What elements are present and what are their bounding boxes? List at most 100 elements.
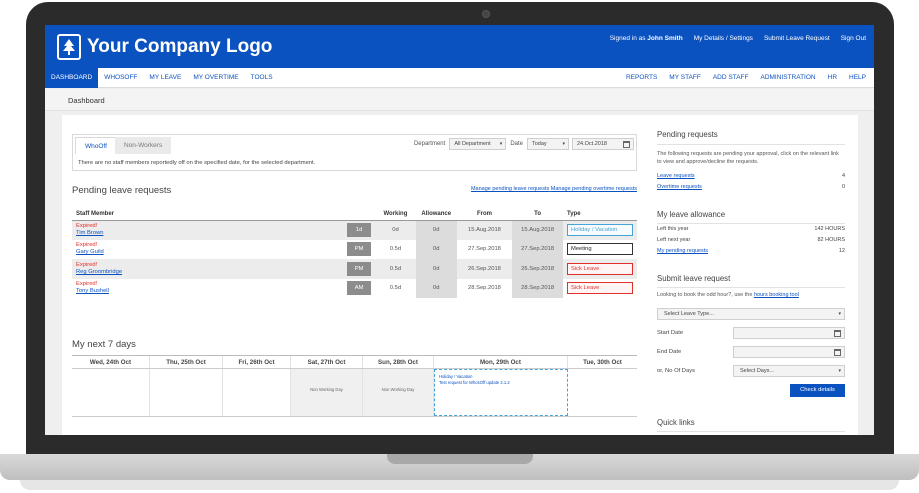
check-details-button[interactable]: Check details [790, 384, 845, 397]
my-pending-requests-count: 12 [838, 248, 845, 254]
calendar-icon[interactable] [834, 330, 841, 337]
type-badge: Meeting [567, 243, 633, 256]
department-select[interactable]: All Department ▾ [449, 138, 507, 150]
col-from: From [456, 209, 513, 221]
holiday-entry[interactable]: Holiday / Vacation Test request for Whos… [434, 369, 568, 416]
from-cell: 26.Sep.2018 [456, 259, 513, 279]
day-cell[interactable] [72, 369, 150, 416]
dashboard-panel: WhoOff Non-Workers Department All Depart… [62, 115, 858, 435]
nav-hr[interactable]: HR [822, 68, 843, 88]
col-badge [343, 209, 376, 221]
allowance-cell: 0d [415, 278, 457, 298]
app-screen: Your Company Logo Signed in as John Smit… [45, 25, 874, 435]
laptop-shadow [20, 480, 899, 490]
nav-administration[interactable]: ADMINISTRATION [754, 68, 821, 88]
user-name: John Smith [647, 35, 683, 42]
non-working-day-cell[interactable]: Non Working Day [363, 369, 434, 416]
duration-badge: PM [347, 261, 372, 276]
non-working-day-cell[interactable]: Non Working Day [291, 369, 363, 416]
staff-name-link[interactable]: Tim Brown [76, 230, 339, 237]
date-value: 24.Oct.2018 [577, 141, 607, 147]
staff-cell: Expired! Tony Bushell [72, 279, 343, 299]
tab-non-workers[interactable]: Non-Workers [115, 137, 172, 154]
staff-name-link[interactable]: Tony Bushell [76, 288, 339, 295]
allowance-cell: 0d [415, 259, 457, 279]
day-cell[interactable] [150, 369, 223, 416]
expired-label: Expired! [76, 223, 98, 229]
type-badge: Sick Leave [567, 282, 633, 295]
staff-name-link[interactable]: Gary Guild [76, 249, 339, 256]
company-logo[interactable]: Your Company Logo [57, 34, 272, 60]
table-row[interactable]: Expired! Gary Guild PM 0.5d 0d 27.Sep.201… [72, 239, 637, 260]
nav-tools[interactable]: TOOLS [245, 68, 279, 88]
to-cell: 27.Sep.2018 [512, 239, 563, 259]
week-calendar: Wed, 24th Oct Thu, 25th Oct Fri, 26th Oc… [72, 355, 637, 425]
divider [657, 144, 845, 145]
pending-links: Manage pending leave requests Manage pen… [471, 186, 637, 192]
my-pending-requests-link[interactable]: My pending requests [657, 248, 708, 254]
leave-requests-link[interactable]: Leave requests [657, 173, 695, 179]
sidebar: Pending requests The following requests … [657, 115, 845, 435]
tab-whosoff[interactable]: WhoOff [75, 137, 117, 154]
calendar-icon[interactable] [623, 141, 630, 148]
nav-my-staff[interactable]: MY STAFF [663, 68, 707, 88]
camera-icon [482, 10, 490, 18]
chevron-down-icon: ▾ [838, 311, 841, 317]
type-badge: Holiday / Vacation [567, 224, 633, 236]
whosoff-box: WhoOff Non-Workers Department All Depart… [72, 134, 637, 171]
manage-pending-leave-link[interactable]: Manage pending leave requests [471, 186, 549, 192]
overtime-requests-link[interactable]: Overtime requests [657, 184, 702, 190]
day-cell[interactable] [568, 369, 637, 416]
my-details-link[interactable]: My Details / Settings [694, 35, 753, 42]
nav-my-leave[interactable]: MY LEAVE [143, 68, 187, 88]
allowance-cell: 0d [415, 239, 457, 259]
no-of-days-label: or, No Of Days [657, 368, 696, 374]
date-range-select[interactable]: Today ▾ [527, 138, 569, 150]
table-row[interactable]: Expired! Tim Brown 1d 0d 0d 15.Aug.2018 1… [72, 220, 637, 240]
day-header: Fri, 26th Oct [223, 356, 291, 368]
table-row[interactable]: Expired! Tony Bushell AM 0.5d 0d 28.Sep.2… [72, 278, 637, 299]
date-label: Date [510, 141, 523, 147]
staff-name-link[interactable]: Reg Groombridge [76, 269, 339, 276]
duration-badge: AM [347, 281, 372, 296]
type-cell: Sick Leave [563, 279, 637, 299]
breadcrumb-bar: Dashboard [45, 89, 874, 111]
nav-whosoff[interactable]: WHOSOFF [98, 68, 143, 88]
end-date-input[interactable] [733, 346, 845, 358]
manage-pending-overtime-link[interactable]: Manage pending overtime requests [551, 186, 637, 192]
day-header: Thu, 25th Oct [150, 356, 223, 368]
working-cell: 0.5d [389, 246, 402, 253]
start-date-input[interactable] [733, 327, 845, 339]
leave-type-select[interactable]: Select Leave Type... ▾ [657, 308, 845, 320]
no-of-days-select[interactable]: Select Days... ▾ [733, 365, 845, 377]
expired-label: Expired! [76, 242, 98, 249]
pending-title: Pending leave requests [72, 185, 172, 196]
department-label: Department [413, 141, 446, 147]
quick-links-title: Quick links [657, 418, 695, 427]
leave-type-placeholder: Select Leave Type... [664, 311, 714, 317]
laptop-notch [387, 454, 533, 464]
nav-my-overtime[interactable]: MY OVERTIME [187, 68, 244, 88]
sign-out-link[interactable]: Sign Out [841, 35, 866, 42]
date-select-value: Today [532, 141, 547, 147]
calendar-icon[interactable] [834, 349, 841, 356]
col-allowance: Allowance [415, 209, 457, 221]
pending-table: Staff Member Working Allowance From To T… [72, 209, 637, 298]
day-cell[interactable] [223, 369, 291, 416]
badge-cell: PM [343, 240, 375, 260]
duration-badge: 1d [347, 223, 372, 237]
nav-help[interactable]: HELP [843, 68, 872, 88]
nav-dashboard[interactable]: DASHBOARD [45, 68, 99, 88]
submit-leave-link[interactable]: Submit Leave Request [764, 35, 830, 42]
col-type: Type [563, 209, 637, 221]
hours-booking-link[interactable]: hours booking tool [754, 292, 799, 298]
nav-reports[interactable]: REPORTS [620, 68, 663, 88]
table-row[interactable]: Expired! Reg Groombridge PM 0.5d 0d 26.Se… [72, 259, 637, 279]
staff-cell: Expired! Gary Guild [72, 240, 343, 260]
divider [657, 431, 845, 432]
date-input[interactable]: 24.Oct.2018 [572, 138, 634, 150]
nav-add-staff[interactable]: ADD STAFF [707, 68, 755, 88]
divider [657, 287, 845, 288]
left-next-year-row: Left next year 82 HOURS [657, 237, 845, 243]
to-cell: 26.Sep.2018 [512, 259, 563, 279]
